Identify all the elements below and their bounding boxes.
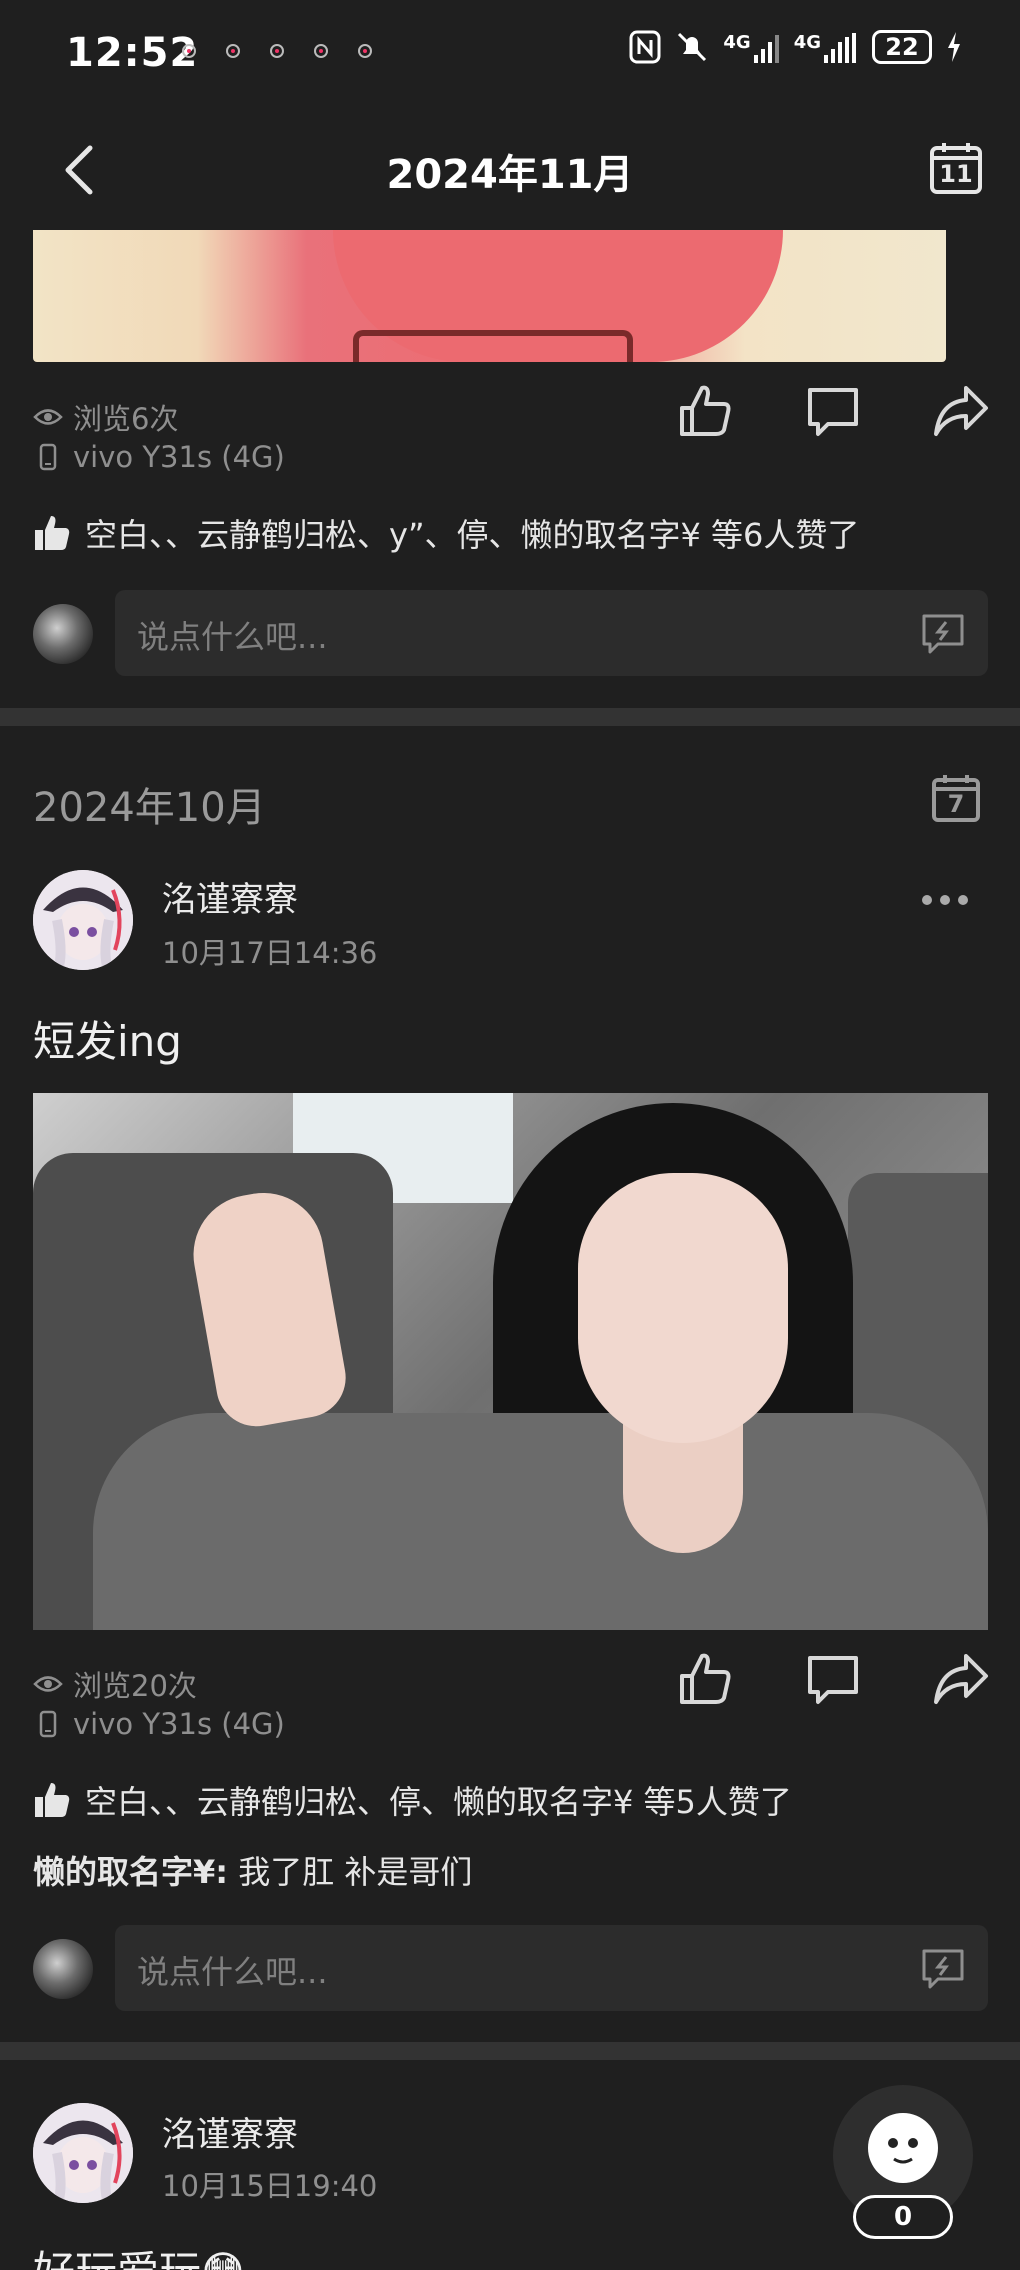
post-image-partial[interactable] [33,230,946,362]
post-time: 10月17日14:36 [162,936,378,970]
signal-2: 4G [794,32,858,63]
signal-1: 4G [723,32,779,63]
like-icon[interactable] [676,382,734,440]
quick-reply-icon[interactable] [920,1945,966,1991]
likes-summary[interactable]: 空白、、云静鹤归松、y”、停、懒的取名字¥ 等6人赞了 [33,510,859,556]
post-photo[interactable] [33,1093,988,1630]
top-header: 2024年11月 11 [0,110,1020,230]
signal-bars-icon [824,32,856,63]
comment-input[interactable]: 说点什么吧... [115,590,988,676]
more-options-button[interactable] [922,888,982,912]
mascot-icon [868,2113,938,2183]
anime-avatar-icon [33,870,133,970]
notification-icon [270,44,284,58]
author-avatar[interactable] [33,870,133,970]
mute-bell-icon [678,32,707,62]
calendar-day: 7 [947,790,965,818]
eye-icon [33,409,63,425]
share-icon[interactable] [932,382,990,440]
section-divider [0,708,1020,726]
system-indicators: 4G 4G 22 [629,30,962,64]
battery-indicator: 22 [872,30,932,64]
notification-icon [314,44,328,58]
author-name[interactable]: 洺谨寮寮 [162,2107,298,2156]
eye-icon [33,1676,63,1692]
phone-icon [39,443,57,471]
calendar-day: 11 [939,160,973,188]
device-info: vivo Y31s (4G) [33,1707,285,1741]
comment-author[interactable]: 懒的取名字¥ [33,1853,215,1891]
calendar-button[interactable]: 11 [928,140,984,196]
month-calendar-button[interactable]: 7 [930,772,982,824]
page-title: 2024年11月 [386,152,634,198]
quick-reply-icon[interactable] [920,610,966,656]
comment-icon[interactable] [804,1650,862,1708]
reply-row: 说点什么吧... [33,1925,988,2011]
share-icon[interactable] [932,1650,990,1708]
float-count-badge: 0 [853,2195,953,2239]
author-name[interactable]: 洺谨寮寮 [162,872,298,921]
month-label: 2024年10月 [33,785,266,831]
more-dot-icon [922,895,932,905]
notification-icon [182,44,196,58]
notification-icons [182,44,372,58]
comment-item[interactable]: 懒的取名字¥: 我了肛 补是哥们 [33,1847,472,1893]
floating-mascot-button[interactable]: 0 [833,2085,973,2239]
reply-row: 说点什么吧... [33,590,988,676]
likes-summary[interactable]: 空白、、云静鹤归松、停、懒的取名字¥ 等5人赞了 [33,1777,792,1823]
more-dot-icon [940,895,950,905]
notification-icon [358,44,372,58]
comment-text: 我了肛 补是哥们 [228,1853,473,1891]
like-icon[interactable] [676,1650,734,1708]
post-text: 短发ing [33,1017,182,1066]
nfc-icon [629,30,661,64]
section-divider [0,2042,1020,2060]
author-avatar[interactable] [33,2103,133,2203]
device-info: vivo Y31s (4G) [33,440,285,474]
avatar [33,604,93,664]
post-time: 10月15日19:40 [162,2169,378,2203]
post-actions [676,1650,990,1708]
view-count: 浏览20次 [33,1663,197,1705]
more-dot-icon [958,895,968,905]
view-count: 浏览6次 [33,396,178,438]
signal-bars-icon [753,34,779,63]
comment-placeholder: 说点什么吧... [137,1953,328,1991]
anime-avatar-icon [33,2103,133,2203]
charging-icon [948,32,960,62]
post-actions [676,382,990,440]
status-bar: 12:52 4G 4G 22 [0,0,1020,110]
thumbs-up-filled-icon [35,516,70,550]
status-time: 12:52 [66,30,199,76]
post-text: 好玩爱玩😳 [33,2238,245,2270]
comment-placeholder: 说点什么吧... [137,618,328,656]
comment-icon[interactable] [804,382,862,440]
comment-input[interactable]: 说点什么吧... [115,1925,988,2011]
notification-icon [226,44,240,58]
avatar [33,1939,93,1999]
thumbs-up-filled-icon [35,1783,70,1817]
phone-icon [39,1710,57,1738]
